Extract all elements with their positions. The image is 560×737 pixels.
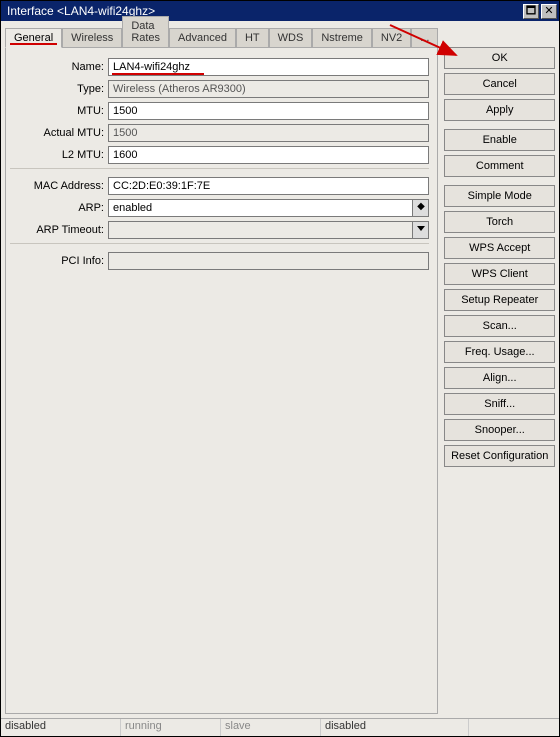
- comment-button[interactable]: Comment: [444, 155, 555, 177]
- scan-button[interactable]: Scan...: [444, 315, 555, 337]
- window-body: General Wireless Data Rates Advanced HT …: [1, 21, 559, 718]
- align-button[interactable]: Align...: [444, 367, 555, 389]
- status-running: running: [121, 719, 221, 736]
- tab-nv2[interactable]: NV2: [372, 28, 411, 47]
- tab-data-rates[interactable]: Data Rates: [122, 16, 169, 47]
- status-empty: [469, 719, 559, 736]
- tab-advanced[interactable]: Advanced: [169, 28, 236, 47]
- close-button[interactable]: ✕: [541, 4, 557, 19]
- status-slave: slave: [221, 719, 321, 736]
- freq-usage-button[interactable]: Freq. Usage...: [444, 341, 555, 363]
- arp-select[interactable]: [108, 199, 413, 217]
- mtu-input[interactable]: [108, 102, 429, 120]
- arp-timeout-input[interactable]: [108, 221, 413, 239]
- tab-general[interactable]: General: [5, 28, 62, 48]
- window-title: Interface <LAN4-wifi24ghz>: [7, 4, 521, 18]
- torch-button[interactable]: Torch: [444, 211, 555, 233]
- minimize-button[interactable]: 🗖: [523, 4, 539, 19]
- mtu-label: MTU:: [10, 105, 108, 117]
- arp-timeout-label: ARP Timeout:: [10, 224, 108, 236]
- tab-more[interactable]: ...: [411, 28, 438, 47]
- actual-mtu-label: Actual MTU:: [10, 127, 108, 139]
- wps-accept-button[interactable]: WPS Accept: [444, 237, 555, 259]
- wps-client-button[interactable]: WPS Client: [444, 263, 555, 285]
- tab-ht[interactable]: HT: [236, 28, 269, 47]
- mac-input[interactable]: [108, 177, 429, 195]
- ok-button[interactable]: OK: [444, 47, 555, 69]
- separator-2: [10, 243, 429, 244]
- titlebar: Interface <LAN4-wifi24ghz> 🗖 ✕: [1, 1, 559, 21]
- separator-1: [10, 168, 429, 169]
- type-value: [108, 80, 429, 98]
- mac-label: MAC Address:: [10, 180, 108, 192]
- tab-strip: General Wireless Data Rates Advanced HT …: [5, 25, 438, 47]
- name-underline: [112, 73, 204, 75]
- sniff-button[interactable]: Sniff...: [444, 393, 555, 415]
- pci-info-value: [108, 252, 429, 270]
- interface-window: Interface <LAN4-wifi24ghz> 🗖 ✕ General W…: [0, 0, 560, 737]
- apply-button[interactable]: Apply: [444, 99, 555, 121]
- general-panel: Name: Type: MTU: Actual MTU:: [5, 47, 438, 714]
- right-button-panel: OK Cancel Apply Enable Comment Simple Mo…: [444, 25, 555, 714]
- status-bar: disabled running slave disabled: [1, 718, 559, 736]
- reset-config-button[interactable]: Reset Configuration: [444, 445, 555, 467]
- type-label: Type:: [10, 83, 108, 95]
- actual-mtu-value: [108, 124, 429, 142]
- l2-mtu-label: L2 MTU:: [10, 149, 108, 161]
- left-panel: General Wireless Data Rates Advanced HT …: [5, 25, 438, 714]
- chevron-down-icon: [417, 226, 425, 231]
- name-label: Name:: [10, 61, 108, 73]
- arp-dropdown-button[interactable]: ◆: [413, 199, 429, 217]
- arp-timeout-dropdown-button[interactable]: [413, 221, 429, 239]
- enable-button[interactable]: Enable: [444, 129, 555, 151]
- status-disabled-1: disabled: [1, 719, 121, 736]
- cancel-button[interactable]: Cancel: [444, 73, 555, 95]
- status-disabled-2: disabled: [321, 719, 469, 736]
- pci-info-label: PCI Info:: [10, 255, 108, 267]
- snooper-button[interactable]: Snooper...: [444, 419, 555, 441]
- tab-wds[interactable]: WDS: [269, 28, 313, 47]
- tab-wireless[interactable]: Wireless: [62, 28, 122, 47]
- l2-mtu-input[interactable]: [108, 146, 429, 164]
- arp-label: ARP:: [10, 202, 108, 214]
- setup-repeater-button[interactable]: Setup Repeater: [444, 289, 555, 311]
- simple-mode-button[interactable]: Simple Mode: [444, 185, 555, 207]
- tab-nstreme[interactable]: Nstreme: [312, 28, 372, 47]
